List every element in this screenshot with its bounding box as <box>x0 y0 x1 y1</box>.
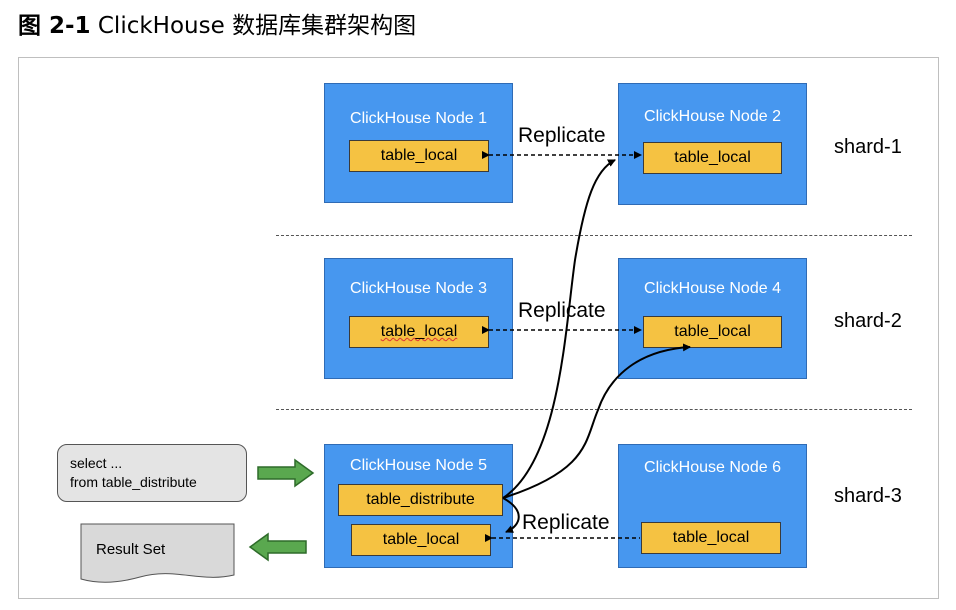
replicate-label-3: Replicate <box>522 511 610 534</box>
shard-divider-2 <box>276 409 912 410</box>
node-3-table-local-text: table_local <box>380 323 458 340</box>
node-6-table-local: table_local <box>641 522 781 554</box>
shard-divider-1 <box>276 235 912 236</box>
figure-label: 图 2-1 <box>18 13 91 39</box>
node-6-title: ClickHouse Node 6 <box>644 459 781 476</box>
shard-2-label: shard-2 <box>834 310 902 332</box>
node-3-title: ClickHouse Node 3 <box>350 280 487 297</box>
figure-title: 图 2-1 ClickHouse 数据库集群架构图 <box>18 6 416 40</box>
node-5-table-distribute: table_distribute <box>338 484 503 516</box>
query-line-1: select ... <box>70 455 123 471</box>
result-set-label: Result Set <box>96 541 166 558</box>
clickhouse-node-1: ClickHouse Node 1 table_local <box>324 83 513 203</box>
node-4-title: ClickHouse Node 4 <box>644 280 781 297</box>
clickhouse-node-2: ClickHouse Node 2 table_local <box>618 83 807 205</box>
replicate-label-2: Replicate <box>518 299 606 322</box>
node-5-title: ClickHouse Node 5 <box>350 457 487 474</box>
clickhouse-node-5: ClickHouse Node 5 table_distribute table… <box>324 444 513 568</box>
node-5-table-local: table_local <box>351 524 491 556</box>
query-box: select ... from table_distribute <box>57 444 247 502</box>
replicate-label-1: Replicate <box>518 124 606 147</box>
node-2-title: ClickHouse Node 2 <box>644 108 781 125</box>
clickhouse-node-6: ClickHouse Node 6 table_local <box>618 444 807 568</box>
clickhouse-node-4: ClickHouse Node 4 table_local <box>618 258 807 379</box>
figure-title-text: ClickHouse 数据库集群架构图 <box>97 13 417 39</box>
node-3-table-local: table_local <box>349 316 489 348</box>
node-1-title: ClickHouse Node 1 <box>350 110 487 127</box>
query-line-2: from table_distribute <box>70 474 197 490</box>
shard-1-label: shard-1 <box>834 136 902 158</box>
node-1-table-local: table_local <box>349 140 489 172</box>
node-4-table-local: table_local <box>643 316 782 348</box>
shard-3-label: shard-3 <box>834 485 902 507</box>
node-2-table-local: table_local <box>643 142 782 174</box>
clickhouse-node-3: ClickHouse Node 3 table_local <box>324 258 513 379</box>
